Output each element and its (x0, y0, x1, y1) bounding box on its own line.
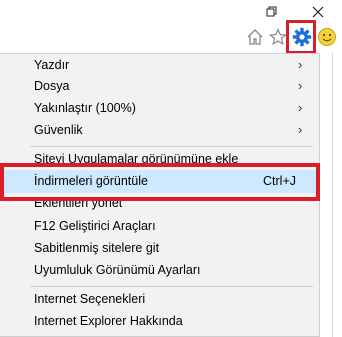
menu-item-label: F12 Geliştirici Araçları (34, 219, 156, 233)
menu-item-label: Internet Explorer Hakkında (34, 314, 183, 328)
menu-item-label: Dosya (34, 79, 70, 93)
menu-item-label: Yakınlaştır (100%) (34, 101, 136, 115)
menu-item-zoom[interactable]: Yakınlaştır (100%) › (0, 97, 318, 120)
menu-item-f12-dev-tools[interactable]: F12 Geliştirici Araçları (0, 215, 318, 238)
home-button[interactable] (244, 26, 266, 48)
menu-item-label: Sabitlenmiş sitelere git (34, 241, 160, 255)
submenu-arrow-icon: › (298, 122, 303, 137)
home-icon (247, 29, 263, 45)
menu-separator (30, 146, 313, 147)
tools-highlight-box (286, 20, 316, 54)
menu-item-label: Yazdır (34, 58, 70, 72)
menu-item-file[interactable]: Dosya › (0, 75, 318, 98)
restore-icon (266, 6, 277, 17)
menu-item-internet-options[interactable]: Internet Seçenekleri (0, 288, 318, 311)
scrollbar-divider (332, 53, 333, 337)
menu-item-print[interactable]: Yazdır › (0, 54, 318, 77)
submenu-arrow-icon: › (298, 100, 303, 115)
feedback-button[interactable] (316, 26, 338, 48)
menu-item-pinned-sites[interactable]: Sabitlenmiş sitelere git (0, 237, 318, 260)
menu-item-compatibility-view[interactable]: Uyumluluk Görünümü Ayarları (0, 259, 318, 282)
menu-item-about-ie[interactable]: Internet Explorer Hakkında (0, 310, 318, 333)
menu-separator (30, 286, 313, 287)
menu-item-label: Güvenlik (34, 123, 83, 137)
submenu-arrow-icon: › (298, 57, 303, 72)
smiley-icon (318, 28, 336, 46)
menu-item-label: Uyumluluk Görünümü Ayarları (34, 263, 201, 277)
menu-item-label: Internet Seçenekleri (34, 292, 146, 306)
menu-item-safety[interactable]: Güvenlik › (0, 119, 318, 142)
downloads-highlight-box (0, 163, 320, 201)
star-icon (269, 28, 287, 46)
close-button[interactable] (308, 2, 328, 22)
restore-button[interactable] (262, 2, 282, 22)
page-scroll-area (320, 53, 342, 337)
close-icon (312, 6, 324, 18)
submenu-arrow-icon: › (298, 78, 303, 93)
